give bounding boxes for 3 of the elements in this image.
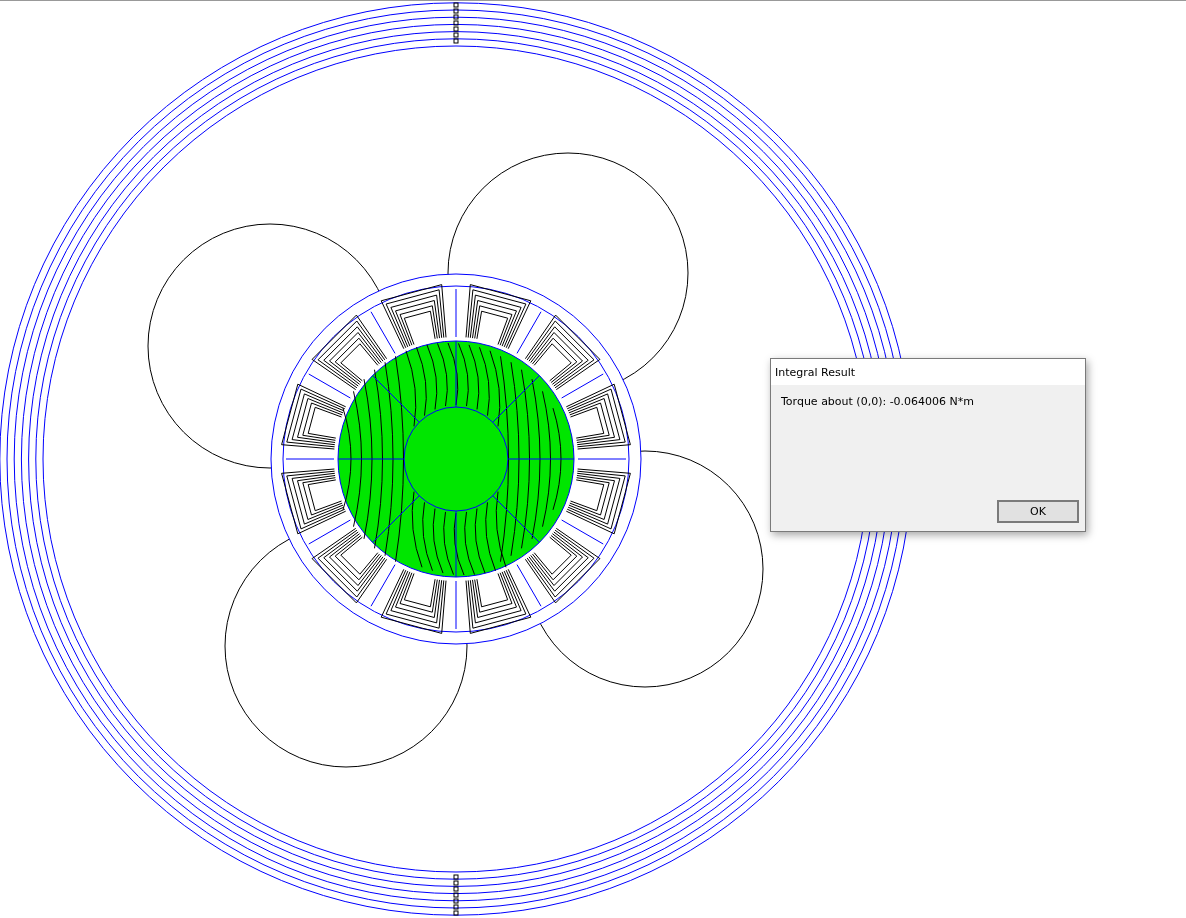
ok-button[interactable]: OK (997, 500, 1079, 523)
result-message: Torque about (0,0): -0.064006 N*m (781, 395, 976, 408)
dialog-title: Integral Result (775, 365, 856, 379)
